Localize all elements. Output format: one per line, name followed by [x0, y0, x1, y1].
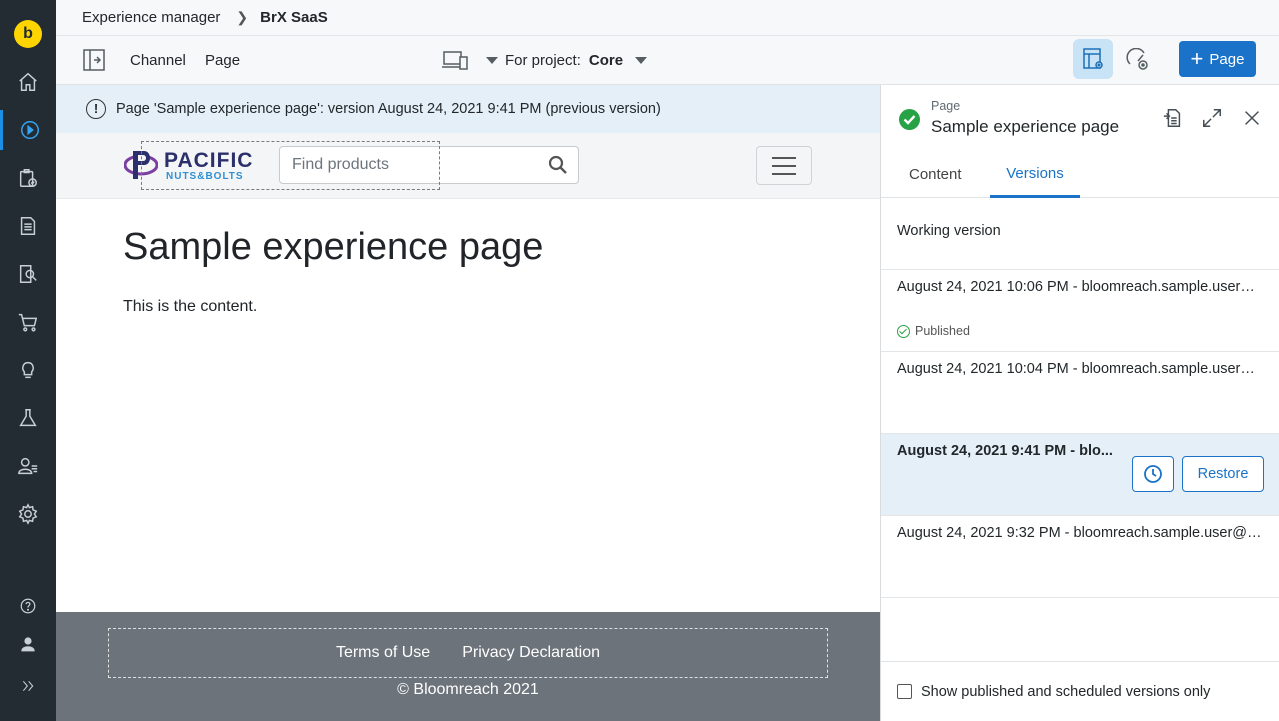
published-status-label: Published [915, 324, 970, 338]
page-heading: Sample experience page [123, 226, 544, 268]
selected-component-outline[interactable] [141, 141, 440, 190]
panel-tabs: Content Versions [881, 151, 1279, 198]
add-page-button[interactable]: + Page [1179, 41, 1256, 77]
toolbar: Channel Page For project: Core + Page [56, 36, 1279, 85]
help-icon[interactable] [0, 586, 56, 626]
publication-status-icon[interactable] [1126, 36, 1150, 84]
footer-menu[interactable]: Terms of Use Privacy Declaration [108, 628, 828, 678]
user-icon[interactable] [0, 624, 56, 664]
version-label: August 24, 2021 9:32 PM - bloomreach.sam… [897, 525, 1265, 541]
version-notice-bar: ! Page 'Sample experience page': version… [56, 85, 880, 133]
project-label: For project: [505, 51, 581, 69]
home-icon[interactable] [0, 62, 56, 102]
breadcrumb: Experience manager ❯ BrX SaaS [56, 0, 1279, 36]
hamburger-menu-icon[interactable] [756, 146, 812, 185]
copy-page-icon[interactable] [1160, 105, 1186, 131]
site-footer: Terms of Use Privacy Declaration © Bloom… [56, 612, 880, 721]
version-notice-text: Page 'Sample experience page': version A… [116, 101, 661, 117]
filter-checkbox[interactable] [897, 684, 912, 699]
channel-menu[interactable]: Channel [130, 36, 186, 84]
breadcrumb-root[interactable]: Experience manager [82, 9, 220, 26]
project-dropdown-caret[interactable] [486, 36, 498, 84]
site-header: PACIFIC NUTS&BOLTS [56, 133, 880, 199]
page-side-panel: Page Sample experience page Content Vers… [880, 85, 1279, 721]
page-preview-toggle-icon[interactable] [1073, 39, 1113, 79]
project-value-caret[interactable] [635, 36, 647, 84]
search-icon[interactable] [548, 155, 568, 175]
maximize-icon[interactable] [1199, 105, 1225, 131]
settings-icon[interactable] [0, 494, 56, 534]
privacy-declaration-link[interactable]: Privacy Declaration [462, 644, 600, 662]
experience-manager-icon[interactable] [0, 110, 56, 150]
terms-of-use-link[interactable]: Terms of Use [336, 644, 430, 662]
versions-filter: Show published and scheduled versions on… [881, 661, 1279, 721]
check-circle-icon [897, 324, 910, 338]
tab-versions[interactable]: Versions [990, 151, 1080, 198]
published-check-icon [899, 109, 920, 130]
version-label: August 24, 2021 10:04 PM - bloomreach.sa… [897, 361, 1265, 377]
device-preview-icon[interactable] [442, 36, 468, 84]
version-row-selected[interactable]: August 24, 2021 9:41 PM - blo... Restore [881, 434, 1279, 516]
breadcrumb-current: BrX SaaS [260, 9, 328, 26]
clock-icon [1144, 465, 1162, 483]
seo-icon[interactable] [0, 254, 56, 294]
close-icon[interactable] [1239, 105, 1265, 131]
audiences-icon[interactable] [0, 446, 56, 486]
bloomreach-logo[interactable]: b [14, 20, 42, 48]
version-row-published[interactable]: August 24, 2021 10:06 PM - bloomreach.sa… [881, 270, 1279, 352]
version-row[interactable]: August 24, 2021 9:32 PM - bloomreach.sam… [881, 516, 1279, 598]
plus-icon: + [1190, 46, 1204, 71]
project-value: Core [588, 51, 624, 69]
chevron-right-icon: ❯ [236, 9, 249, 25]
panel-type-label: Page [931, 99, 961, 113]
expand-icon[interactable] [0, 666, 56, 706]
filter-label[interactable]: Show published and scheduled versions on… [921, 684, 1210, 700]
published-status: Published [897, 324, 970, 338]
page-body-text: This is the content. [123, 298, 258, 315]
add-page-label: Page [1209, 50, 1245, 68]
panel-header: Page Sample experience page [881, 85, 1279, 151]
insights-icon[interactable] [0, 350, 56, 390]
version-label: Working version [897, 223, 1001, 239]
version-label: August 24, 2021 9:41 PM - blo... [897, 443, 1113, 459]
exclamation-icon: ! [86, 99, 106, 119]
restore-button[interactable]: Restore [1182, 456, 1264, 492]
version-row-working[interactable]: Working version [881, 198, 1279, 270]
tab-content[interactable]: Content [909, 151, 962, 197]
commerce-icon[interactable] [0, 302, 56, 342]
left-navigation-rail: b [0, 0, 56, 721]
copyright-text: © Bloomreach 2021 [397, 681, 539, 698]
content-icon[interactable] [0, 206, 56, 246]
page-preview: PACIFIC NUTS&BOLTS Sample experience pag… [56, 133, 880, 721]
toggle-sidebar-icon[interactable] [82, 36, 106, 84]
version-label: August 24, 2021 10:06 PM - bloomreach.sa… [897, 279, 1265, 295]
panel-title: Sample experience page [931, 117, 1120, 136]
schedule-version-button[interactable] [1132, 456, 1174, 492]
version-row[interactable]: August 24, 2021 10:04 PM - bloomreach.sa… [881, 352, 1279, 434]
experiments-icon[interactable] [0, 398, 56, 438]
projects-icon[interactable] [0, 158, 56, 198]
project-selector[interactable]: For project: Core [505, 36, 623, 84]
page-menu[interactable]: Page [205, 36, 240, 84]
